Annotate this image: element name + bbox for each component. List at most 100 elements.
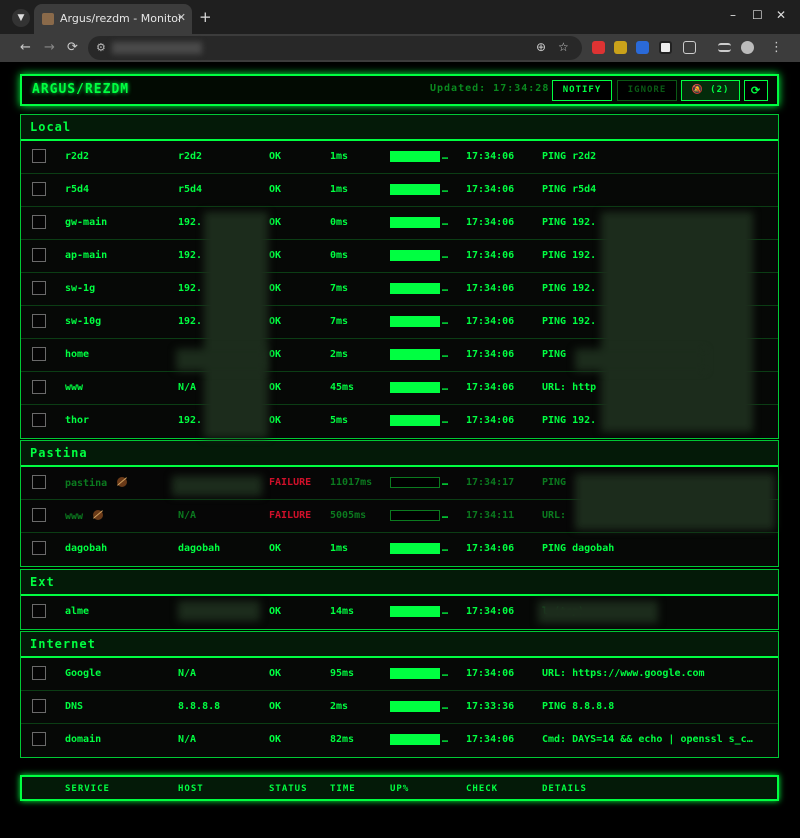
group-title[interactable]: Ext [21,570,778,596]
refresh-button[interactable]: ⟳ [744,80,768,101]
app-header: ARGUS/REZDM Updated: 17:34:28 NOTIFY IGN… [20,74,779,106]
row-checkbox[interactable] [32,380,46,394]
status-value: OK [269,668,282,679]
service-name: r2d2 [65,151,90,162]
row-checkbox[interactable] [32,413,46,427]
service-cell: r5d4 [65,184,89,195]
row-checkbox[interactable] [32,699,46,713]
uptime-bar [390,151,440,162]
response-time: 14ms [330,606,355,617]
extension-red-icon[interactable] [592,41,605,54]
bookmark-star-icon[interactable]: ☆ [558,40,569,54]
uptime-bar [390,734,440,745]
host-value: 192. [178,316,203,327]
extension-yellow-icon[interactable] [614,41,627,54]
uptime-bar-fill [391,544,439,553]
group-title[interactable]: Internet [21,632,778,658]
extension-blue-icon[interactable] [636,41,649,54]
uptime-ellipsis: … [442,734,449,745]
row-checkbox[interactable] [32,182,46,196]
response-time: 1ms [330,543,349,554]
service-row[interactable]: dagobah dagobah OK 1ms … 17:34:06 PING dagobah [21,533,778,566]
service-row[interactable]: Google N/A OK 95ms … 17:34:06 URL: https://www… [21,658,778,691]
service-name: pastina [65,478,108,489]
profile-avatar[interactable] [741,41,754,54]
last-check-time: 17:34:06 [466,668,515,679]
uptime-bar [390,415,440,426]
last-check-time: 17:34:11 [466,510,515,521]
last-check-time: 17:34:06 [466,415,515,426]
row-checkbox[interactable] [32,281,46,295]
muted-bell-icon [117,477,128,487]
service-row[interactable]: almeOK14ms…17:34:06l (tcp) [21,596,778,629]
maximize-icon[interactable]: ☐ [752,8,763,22]
row-checkbox[interactable] [32,475,46,489]
uptime-ellipsis: … [442,217,449,228]
row-checkbox[interactable] [32,248,46,262]
address-bar[interactable]: ⚙ ⊕ ☆ [88,36,582,60]
ignore-button[interactable]: IGNORE [617,80,677,101]
browser-tab[interactable]: Argus/rezdm - Monitor ✕ [34,4,192,34]
status-value: OK [269,316,282,327]
row-checkbox[interactable] [32,215,46,229]
new-tab-plus-icon[interactable]: + [199,8,212,26]
last-check-time: 17:34:06 [466,184,515,195]
last-check-time: 17:34:06 [466,606,515,617]
service-row[interactable]: domain N/A OK 82ms … 17:34:06 Cmd: DAYS=14 && … [21,724,778,757]
last-check-time: 17:34:06 [466,316,515,327]
site-info-icon[interactable]: ⚙ [96,41,106,54]
service-cell: Google [65,668,101,679]
status-value: OK [269,734,282,745]
row-checkbox[interactable] [32,666,46,680]
back-arrow-icon[interactable]: ← [20,40,31,55]
row-checkbox[interactable] [32,347,46,361]
redacted-overlay [204,212,268,438]
check-details: URL: http [542,382,597,393]
host-value: N/A [178,734,197,745]
tab-search-chevron-down-icon[interactable]: ▼ [12,9,30,27]
tab-close-icon[interactable]: ✕ [177,11,186,24]
service-name: home [65,349,90,360]
group-title[interactable]: Pastina [21,441,778,467]
redacted-overlay [178,601,260,621]
redacted-overlay [176,349,266,371]
group-title[interactable]: Local [21,115,778,141]
muted-count-button[interactable]: 🔕 (2) [681,80,740,101]
extensions-puzzle-icon[interactable] [683,41,696,54]
check-details: PING 192. [542,250,597,261]
forward-arrow-icon[interactable]: → [44,40,55,55]
uptime-bar-fill [391,735,439,744]
uptime-bar-fill [391,152,439,161]
uptime-bar [390,543,440,554]
window-close-icon[interactable]: ✕ [776,8,786,22]
uptime-bar [390,606,440,617]
service-row[interactable]: r5d4 r5d4 OK 1ms … 17:34:06 PING r5d4 [21,174,778,207]
row-checkbox[interactable] [32,604,46,618]
uptime-bar [390,349,440,360]
zoom-icon[interactable]: ⊕ [536,40,546,54]
group-internet: Internet Google N/A OK 95ms … 17:34:06 URL: htt… [20,631,779,758]
uptime-ellipsis: … [442,283,449,294]
row-checkbox[interactable] [32,732,46,746]
col-time: TIME [330,784,356,794]
menu-dots-icon[interactable]: ⋮ [770,40,783,55]
status-value: OK [269,250,282,261]
reload-icon[interactable]: ⟳ [67,40,78,55]
row-checkbox[interactable] [32,149,46,163]
row-checkbox[interactable] [32,508,46,522]
check-details: PING dagobah [542,543,615,554]
service-cell: domain [65,734,101,745]
uptime-bar-fill [391,218,439,227]
row-checkbox[interactable] [32,541,46,555]
service-row[interactable]: r2d2 r2d2 OK 1ms … 17:34:06 PING r2d2 [21,141,778,174]
notify-button[interactable]: NOTIFY [552,80,612,101]
extension-white-icon[interactable] [659,41,672,54]
minimize-icon[interactable]: – [730,8,736,22]
reading-list-icon[interactable] [718,43,731,52]
last-check-time: 17:34:06 [466,382,515,393]
service-name: www [65,382,84,393]
service-row[interactable]: DNS 8.8.8.8 OK 2ms … 17:33:36 PING 8.8.8.8 [21,691,778,724]
row-checkbox[interactable] [32,314,46,328]
redacted-overlay [575,349,705,371]
service-cell: home [65,349,89,360]
